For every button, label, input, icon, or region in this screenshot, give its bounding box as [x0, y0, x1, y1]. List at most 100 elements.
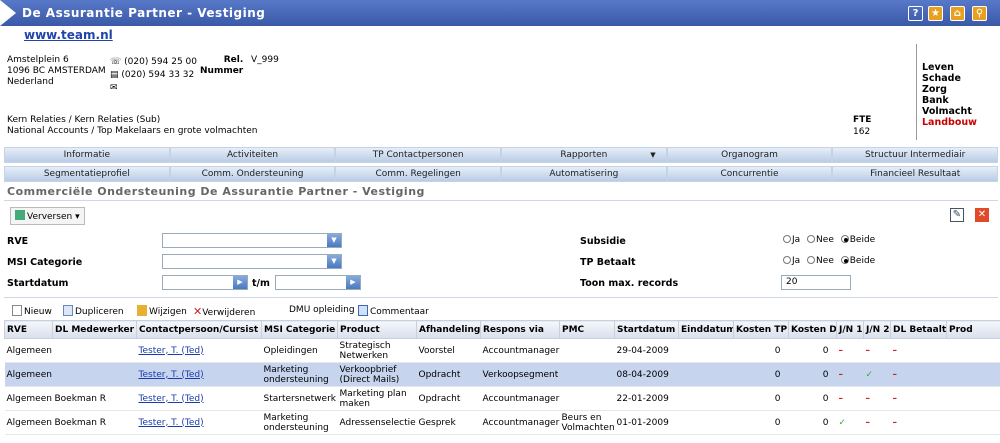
tab-tp-contactpersonen[interactable]: TP Contactpersonen	[335, 147, 502, 163]
column-header[interactable]: PMC	[559, 320, 615, 339]
tab-segmentatieprofiel[interactable]: Segmentatieprofiel	[4, 166, 170, 182]
cell-msi: Opleidingen	[261, 338, 338, 363]
startdatum-to-input[interactable]: ▶	[275, 275, 361, 290]
cell-respons: Accountmanager	[480, 410, 560, 435]
cell-rve: Algemeen	[4, 410, 53, 435]
contact-link[interactable]: Tester, T. (Ted)	[139, 346, 204, 356]
column-header[interactable]: DL Betaalt	[890, 320, 947, 339]
subsidie-ja[interactable]: Ja	[783, 235, 800, 245]
cell-prod	[946, 386, 1000, 411]
column-header[interactable]: J/N 1	[836, 320, 864, 339]
tp-ja[interactable]: Ja	[783, 256, 800, 266]
cell-kosten-tp: 0	[733, 386, 789, 411]
bookmark-icon[interactable]: ★	[928, 6, 943, 21]
tab-organogram[interactable]: Organogram	[666, 147, 833, 163]
column-header[interactable]: Respons via	[480, 320, 560, 339]
help-icon[interactable]: ?	[908, 6, 923, 21]
max-records-input[interactable]: 20	[781, 275, 851, 290]
section-title: Commerciële Ondersteuning De Assurantie …	[7, 185, 425, 198]
table-row[interactable]: Algemeen Boekman R Tester, T. (Ted) Starter…	[4, 386, 1000, 411]
calendar-icon[interactable]: ▶	[233, 276, 247, 289]
comment-button[interactable]: Commentaar	[358, 305, 429, 317]
contact-link[interactable]: Tester, T. (Ted)	[139, 394, 204, 404]
cell-startdatum: 01-01-2009	[614, 410, 679, 435]
close-icon[interactable]: ✕	[975, 208, 989, 222]
contact-link[interactable]: Tester, T. (Ted)	[139, 370, 204, 380]
tp-beide[interactable]: Beide	[840, 256, 875, 266]
column-header[interactable]: Kosten TP	[733, 320, 789, 339]
delete-button[interactable]: ✕Verwijderen	[193, 305, 255, 318]
cell-einddatum	[678, 386, 734, 411]
tp-nee[interactable]: Nee	[807, 256, 834, 266]
column-header[interactable]: MSI Categorie	[261, 320, 338, 339]
refresh-button[interactable]: Verversen ▾	[10, 207, 85, 225]
subsidie-nee[interactable]: Nee	[807, 235, 834, 245]
cell-kosten-tp: 0	[733, 410, 789, 435]
cell-einddatum	[678, 362, 734, 387]
column-header[interactable]: RVE	[4, 320, 53, 339]
cell-jn2: ✓	[863, 362, 891, 387]
rve-select[interactable]: ▼	[162, 233, 342, 248]
phone-number: (020) 594 25 00	[124, 57, 197, 67]
column-header[interactable]: Afhandeling	[416, 320, 481, 339]
tab-automatisering[interactable]: Automatisering	[501, 166, 667, 182]
contact-link[interactable]: Tester, T. (Ted)	[139, 418, 204, 428]
tab-comm-ondersteuning[interactable]: Comm. Ondersteuning	[169, 166, 336, 182]
edit-button[interactable]: Wijzigen	[137, 305, 187, 317]
tm-label: t/m	[252, 278, 270, 289]
fax-icon: ▤	[110, 70, 122, 80]
tab-financieel-resultaat[interactable]: Financieel Resultaat	[832, 166, 999, 182]
cell-dl-betaalt: –	[890, 338, 947, 363]
cell-dl-betaalt: –	[890, 410, 947, 435]
cell-dl-betaalt: –	[890, 386, 947, 411]
table-row[interactable]: Algemeen Tester, T. (Ted) Opleidingen Strat…	[4, 338, 1000, 363]
tab-concurrentie[interactable]: Concurrentie	[666, 166, 833, 182]
tab-structuur-intermediair[interactable]: Structuur Intermediair	[832, 147, 999, 163]
column-header[interactable]: Einddatum	[678, 320, 734, 339]
cell-prod	[946, 338, 1000, 363]
edit-icon[interactable]: ✎	[950, 208, 964, 222]
cell-prod	[946, 410, 1000, 435]
cell-rve: Algemeen	[4, 386, 53, 411]
subsidie-beide[interactable]: Beide	[840, 235, 875, 245]
max-records-label: Toon max. records	[580, 278, 679, 289]
rel-label: Rel. Nummer	[200, 55, 244, 76]
column-header[interactable]: Kosten DL	[788, 320, 837, 339]
cell-dl-medewerker: Boekman R	[52, 410, 137, 435]
subsidie-label: Subsidie	[580, 236, 626, 247]
delete-icon: ✕	[193, 305, 203, 318]
dmu-button[interactable]: DMU opleiding	[289, 305, 355, 315]
email-icon[interactable]: ✉	[110, 83, 118, 93]
tab-activiteiten[interactable]: Activiteiten	[169, 147, 336, 163]
column-header[interactable]: J/N 2	[863, 320, 891, 339]
msi-select[interactable]: ▼	[162, 254, 342, 269]
cell-respons: Accountmanager	[480, 338, 560, 363]
dash-icon: –	[892, 417, 898, 428]
tab-comm-regelingen[interactable]: Comm. Regelingen	[335, 166, 502, 182]
calendar-icon[interactable]: ▶	[346, 276, 360, 289]
table-row[interactable]: Algemeen Tester, T. (Ted) Marketing onders…	[4, 362, 1000, 387]
tab-rapporten[interactable]: Rapporten ▼	[501, 147, 667, 163]
column-header[interactable]: Prod	[946, 320, 1000, 339]
column-header[interactable]: Startdatum	[614, 320, 679, 339]
search-icon[interactable]: ⚲	[972, 6, 987, 21]
relation-line: National Accounts / Top Makelaars en gro…	[7, 126, 258, 136]
phone-block: ☏ (020) 594 25 00 ▤ (020) 594 33 32 ✉	[110, 57, 197, 96]
startdatum-from-input[interactable]: ▶	[162, 275, 248, 290]
new-button[interactable]: Nieuw	[12, 305, 52, 317]
table-row[interactable]: Algemeen Boekman R Tester, T. (Ted) Marketi…	[4, 410, 1000, 435]
cell-pmc	[559, 386, 615, 411]
divider	[916, 44, 917, 140]
home-icon[interactable]: ⌂	[950, 6, 965, 21]
duplicate-button[interactable]: Dupliceren	[63, 305, 124, 317]
fte-value: 162	[853, 127, 871, 137]
tab-row-1: Informatie Activiteiten TP Contactperson…	[4, 147, 999, 163]
column-header[interactable]: Contactpersoon/Cursist	[136, 320, 262, 339]
tab-informatie[interactable]: Informatie	[4, 147, 170, 163]
cell-jn1: ✓	[836, 410, 864, 435]
column-header[interactable]: DL Medewerker	[52, 320, 137, 339]
nummer-label: Nummer	[200, 66, 244, 76]
website-link[interactable]: www.team.nl	[24, 28, 113, 42]
column-header[interactable]: Product	[337, 320, 417, 339]
cell-pmc: Beurs en Volmachten	[559, 410, 615, 435]
